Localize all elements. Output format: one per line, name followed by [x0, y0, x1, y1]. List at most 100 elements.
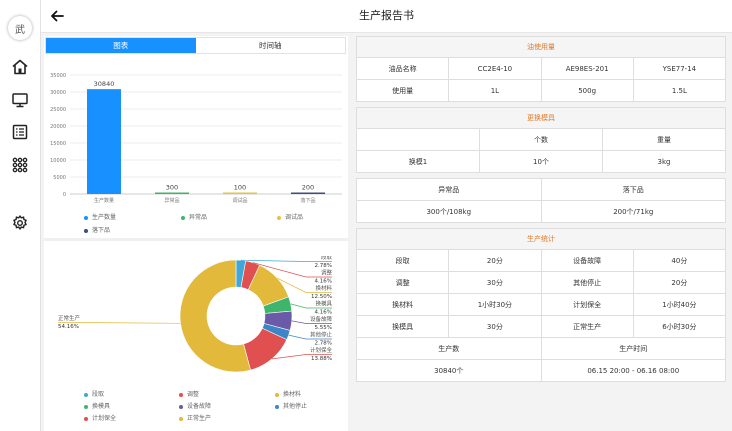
- slice-percent: 2.78%: [315, 263, 332, 269]
- chart-panel: 图表 时间轴 0 5000 10000 15000 20000 25000 30000 350…: [44, 36, 348, 431]
- table-row: 300个/108kg 200个/71kg: [356, 200, 726, 223]
- slice-label: 正常生产: [58, 314, 81, 322]
- table-cell: 重量: [602, 128, 726, 151]
- table-cell: 30分: [448, 315, 542, 338]
- legend-dot: [179, 404, 183, 409]
- bar-value-label: 30840: [94, 80, 115, 88]
- view-tabs: 图表 时间轴: [45, 37, 346, 54]
- bar: [291, 192, 325, 194]
- table-cell: 换模具: [355, 315, 450, 338]
- y-tick-label: 0: [63, 192, 66, 198]
- slice-percent: 54.16%: [58, 324, 79, 330]
- table-row: 调整 30分 其他停止 20分: [355, 271, 727, 294]
- slice-label: 调整: [321, 269, 333, 277]
- x-tick-label: 调试品: [232, 197, 247, 204]
- production-stats-table: 生产统计 段取 20分 设备故障 40分 调整 30分 其他停止 20分 换材料…: [355, 228, 727, 382]
- pie-legend-label: 正常生产: [187, 415, 212, 422]
- table-row: 换模具 30分 正常生产 6小时30分: [355, 315, 727, 338]
- legend-dot: [181, 215, 185, 220]
- table-cell: 正常生产: [540, 315, 634, 338]
- x-tick-label: 落下品: [300, 197, 315, 204]
- table-cell: 1.5L: [632, 79, 727, 102]
- table-cell: CC2E4-10: [448, 57, 542, 80]
- settings-gear-icon[interactable]: [11, 214, 29, 232]
- section-divider: [44, 238, 348, 241]
- bar-legend-label: 落下品: [92, 227, 111, 234]
- slice-label: 换模具: [315, 300, 332, 308]
- table-cell: 10个: [479, 150, 603, 173]
- pie-legend-item[interactable]: 换模具: [84, 401, 110, 410]
- monitor-icon[interactable]: [11, 91, 29, 109]
- legend-dot: [275, 392, 279, 397]
- page-title: 生产报告书: [359, 9, 414, 22]
- bar-legend-label: 异常品: [189, 214, 208, 221]
- bar-legend-item[interactable]: 调试品: [277, 212, 303, 221]
- pie-legend-item[interactable]: 设备故障: [179, 401, 211, 410]
- table-cell: 换材料: [355, 293, 450, 316]
- table-cell: 6小时30分: [632, 315, 727, 338]
- bar-legend-item[interactable]: 生产数量: [84, 212, 116, 221]
- table-cell: 调整: [355, 271, 450, 294]
- y-tick-label: 5000: [53, 175, 66, 181]
- table-cell: 1小时40分: [632, 293, 727, 316]
- table-row: 30840个 06.15 20:00 - 06.16 08:00: [356, 359, 726, 382]
- slice-label: 换材料: [315, 284, 332, 292]
- table-cell: 落下品: [540, 178, 726, 201]
- legend-dot: [179, 392, 183, 397]
- y-tick-label: 30000: [50, 90, 66, 96]
- slice-label: 其他停止: [310, 331, 333, 339]
- pie-legend-item[interactable]: 段取: [84, 389, 104, 398]
- section-title: 油使用量: [356, 36, 726, 58]
- table-cell: 3kg: [602, 150, 726, 173]
- table-cell: 生产数: [356, 337, 542, 360]
- table-cell: 换模1: [356, 150, 480, 173]
- bar: [223, 192, 257, 194]
- table-row: 使用量 1L 500g 1.5L: [355, 79, 727, 102]
- apps-grid-icon[interactable]: [11, 156, 29, 174]
- bar-legend-item[interactable]: 落下品: [84, 225, 110, 234]
- legend-dot: [84, 228, 88, 233]
- slice-label: 设备故障: [310, 315, 333, 323]
- bar: [87, 89, 121, 194]
- tab-timeline[interactable]: 时间轴: [196, 38, 346, 53]
- list-icon[interactable]: [11, 123, 29, 141]
- y-tick-label: 15000: [50, 141, 66, 147]
- legend-dot: [179, 416, 183, 421]
- table-cell: 设备故障: [540, 249, 634, 272]
- pie-legend-item[interactable]: 其他停止: [275, 401, 307, 410]
- pie-legend-item[interactable]: 正常生产: [179, 413, 211, 422]
- bar-value-label: 100: [234, 184, 246, 192]
- bar-legend-label: 生产数量: [92, 214, 117, 221]
- home-icon[interactable]: [11, 58, 29, 76]
- table-cell: 异常品: [356, 178, 542, 201]
- table-cell: 1L: [448, 79, 542, 102]
- legend-dot: [84, 392, 88, 397]
- sidebar: 武: [0, 0, 41, 431]
- pie-legend-item[interactable]: 调整: [179, 389, 199, 398]
- legend-dot: [84, 215, 88, 220]
- slice-label: 计划保全: [310, 346, 333, 354]
- slice-percent: 4.16%: [315, 279, 332, 285]
- pie-legend-item[interactable]: 换材料: [275, 389, 301, 398]
- app-logo[interactable]: 武: [8, 16, 32, 40]
- table-cell: 20分: [448, 249, 542, 272]
- table-cell: 个数: [479, 128, 603, 151]
- bar: [155, 192, 189, 194]
- table-cell: 200个/71kg: [540, 200, 726, 223]
- slice-label: 段取: [321, 256, 333, 261]
- table-cell: 使用量: [355, 79, 450, 102]
- bar-legend-item[interactable]: 异常品: [181, 212, 207, 221]
- section-title: 生产统计: [356, 228, 726, 250]
- table-cell: 其他停止: [540, 271, 634, 294]
- pie-legend-item[interactable]: 计划保全: [84, 413, 116, 422]
- section-title: 更换模具: [356, 107, 726, 129]
- table-row: 生产数 生产时间: [356, 337, 726, 360]
- table-cell: 06.15 20:00 - 06.16 08:00: [540, 359, 726, 382]
- defect-table: 异常品 落下品 300个/108kg 200个/71kg: [356, 178, 726, 223]
- tab-chart[interactable]: 图表: [46, 38, 196, 53]
- table-cell: YSE77-14: [632, 57, 727, 80]
- table-cell: 30分: [448, 271, 542, 294]
- slice-percent: 5.55%: [315, 325, 332, 331]
- slice-percent: 4.16%: [315, 310, 332, 316]
- table-cell: 40分: [632, 249, 727, 272]
